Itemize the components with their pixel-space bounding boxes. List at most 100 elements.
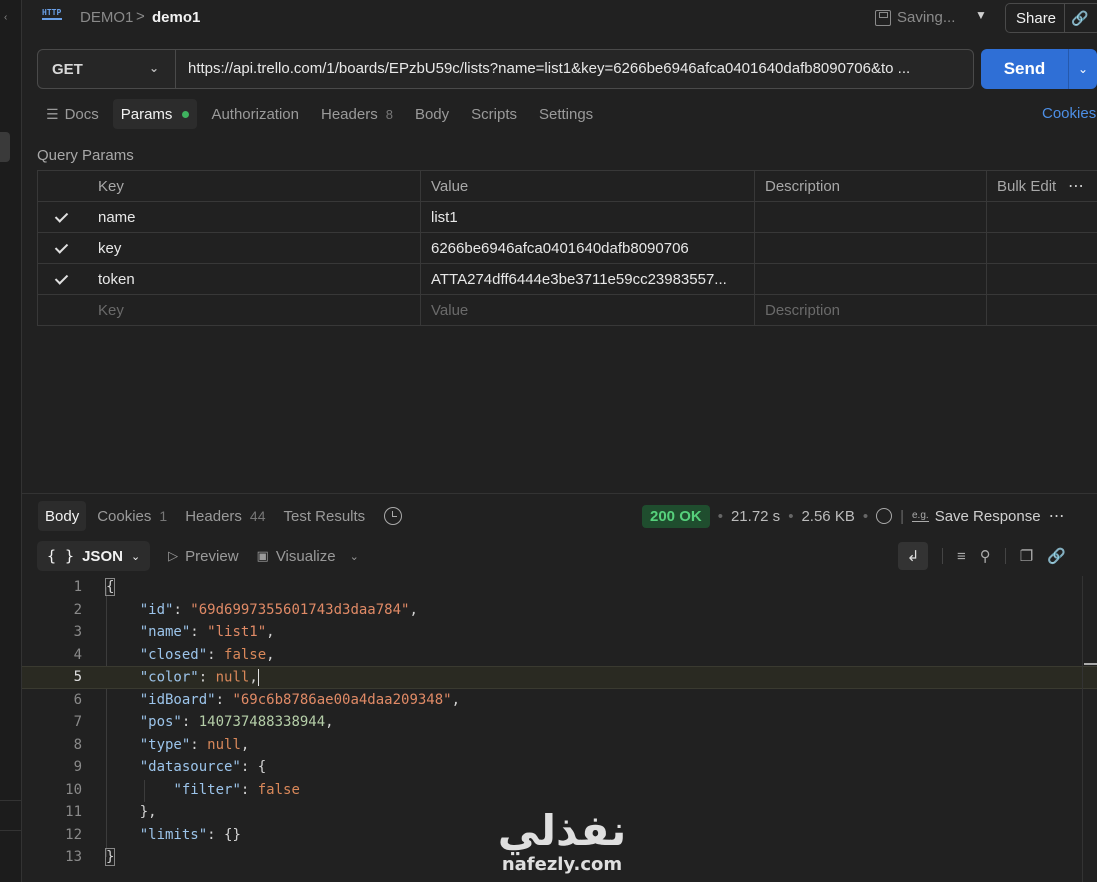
params-active-dot [182, 110, 190, 118]
json-value: 140737488338944 [198, 714, 326, 731]
param-description-cell[interactable] [755, 233, 987, 263]
top-bar: HTTP DEMO1 > demo1 Saving... ▼ Share 🔗 [22, 0, 1097, 36]
param-key-cell[interactable]: token [84, 264, 421, 294]
param-value-cell[interactable]: ATTA274dff6444e3be3711e59cc23983557... [421, 264, 755, 294]
headers-count-badge: 8 [385, 106, 393, 122]
tab-body[interactable]: Body [407, 99, 457, 129]
search-icon[interactable]: ⚲ [980, 547, 991, 565]
tab-authorization[interactable]: Authorization [203, 99, 307, 129]
new-value-input[interactable]: Value [421, 295, 755, 325]
tab-settings[interactable]: Settings [531, 99, 601, 129]
json-key: "limits" [139, 826, 208, 843]
separator-dot: | [900, 507, 904, 525]
link-icon[interactable]: 🔗 [1065, 10, 1088, 27]
json-value: "69d6997355601743d3daa784" [190, 601, 410, 618]
param-key-cell[interactable]: key [84, 233, 421, 263]
code-text: { [104, 578, 116, 597]
chevron-down-icon: ⌄ [148, 61, 159, 75]
response-tab-cookies[interactable]: Cookies 1 [90, 501, 174, 531]
tab-headers[interactable]: Headers 8 [313, 99, 401, 129]
visualize-button[interactable]: ▣ Visualize [257, 548, 336, 565]
new-description-input[interactable]: Description [755, 295, 987, 325]
method-select[interactable]: GET ⌄ [38, 50, 176, 88]
tab-params[interactable]: Params [112, 99, 198, 129]
json-value: false [224, 646, 267, 663]
line-number: 8 [73, 736, 82, 753]
more-options-icon[interactable]: ⋯ [1049, 506, 1066, 526]
tab-docs[interactable]: ☰ Docs [38, 99, 107, 129]
row-checkbox[interactable] [38, 233, 84, 263]
code-text: }, [139, 804, 157, 821]
row-spacer [987, 264, 1097, 294]
history-icon[interactable] [384, 507, 403, 525]
copy-icon[interactable]: ❐ [1020, 547, 1033, 565]
preview-label: Preview [185, 547, 239, 565]
table-row: name list1 [37, 202, 1097, 233]
tab-scripts[interactable]: Scripts [463, 99, 525, 129]
save-status[interactable]: Saving... [875, 9, 955, 26]
response-tab-body[interactable]: Body [38, 501, 87, 531]
preview-button[interactable]: ▷ Preview [168, 548, 238, 565]
collapse-arrow-icon[interactable]: ‹ [4, 12, 7, 23]
send-options-chevron-icon[interactable]: ⌄ [1069, 49, 1097, 89]
more-options-icon[interactable]: ⋯ [1068, 176, 1085, 196]
response-divider[interactable] [22, 493, 1097, 494]
breadcrumb-current[interactable]: demo1 [152, 9, 200, 26]
param-value-cell[interactable]: 6266be6946afca0401640dafb8090706 [421, 233, 755, 263]
response-tab-test-results[interactable]: Test Results [276, 501, 372, 531]
http-request-icon: HTTP [42, 8, 64, 28]
status-badge[interactable]: 200 OK [642, 504, 710, 528]
line-number: 6 [73, 691, 82, 708]
row-checkbox[interactable] [38, 264, 84, 294]
tab-label: Scripts [471, 105, 517, 123]
tab-label: Headers [185, 507, 242, 525]
line-number: 5 [73, 669, 82, 686]
filter-icon[interactable]: ≡ [957, 548, 966, 565]
chevron-down-icon[interactable]: ⌄ [350, 550, 359, 563]
scrollbar-position-marker [1084, 663, 1097, 665]
tab-label: Headers [321, 105, 378, 123]
save-response-button[interactable]: e.g. Save Response [912, 508, 1041, 525]
response-time[interactable]: 21.72 s [731, 508, 780, 525]
column-header-description: Description [755, 171, 987, 201]
code-text: "idBoard": "69c6b8786ae00a4daa209348", [139, 691, 461, 708]
checkmark-icon [54, 210, 68, 224]
line-number: 13 [65, 849, 82, 866]
line-number: 9 [73, 759, 82, 776]
param-description-cell[interactable] [755, 202, 987, 232]
code-line: 3 "name": "list1", [22, 621, 1097, 644]
param-key-cell[interactable]: name [84, 202, 421, 232]
code-line: 2 "id": "69d6997355601743d3daa784", [22, 599, 1097, 622]
watermark-logo: نفذلي nafezly.com [482, 808, 642, 876]
json-key: "id" [139, 601, 174, 618]
share-button[interactable]: Share 🔗 [1005, 3, 1097, 33]
response-size[interactable]: 2.56 KB [801, 508, 854, 525]
tool-separator [1004, 548, 1006, 564]
line-number: 2 [73, 601, 82, 618]
docs-icon: ☰ [46, 105, 59, 122]
editor-scrollbar[interactable] [1082, 576, 1097, 882]
param-value-cell[interactable]: list1 [421, 202, 755, 232]
send-button[interactable]: Send [981, 49, 1069, 89]
code-line: 6 "idBoard": "69c6b8786ae00a4daa209348", [22, 689, 1097, 712]
new-key-input[interactable]: Key [84, 295, 421, 325]
checkmark-icon [54, 241, 68, 255]
row-checkbox[interactable] [38, 202, 84, 232]
link-icon[interactable]: 🔗 [1047, 547, 1066, 565]
param-description-cell[interactable] [755, 264, 987, 294]
line-number: 12 [65, 826, 82, 843]
table-header-row: Key Value Description Bulk Edit ⋯ [37, 171, 1097, 202]
chevron-down-icon[interactable]: ▼ [975, 8, 987, 22]
url-input[interactable]: https://api.trello.com/1/boards/EPzbU59c… [188, 60, 968, 77]
response-right-tools: ↲ ≡ ⚲ ❐ 🔗 [898, 541, 1066, 571]
format-select[interactable]: { } JSON ⌄ [37, 541, 151, 571]
response-tab-headers[interactable]: Headers 44 [178, 501, 272, 531]
watermark-latin: nafezly.com [501, 854, 623, 875]
left-sidebar-strip: ‹ [0, 0, 22, 882]
globe-lock-icon[interactable] [876, 508, 893, 524]
wrap-lines-icon[interactable]: ↲ [898, 542, 928, 570]
header-checkbox-cell [38, 171, 84, 201]
breadcrumb-parent[interactable]: DEMO1 [80, 9, 133, 26]
bulk-edit-button[interactable]: Bulk Edit [997, 178, 1056, 195]
cookies-link[interactable]: Cookies [1042, 105, 1096, 122]
